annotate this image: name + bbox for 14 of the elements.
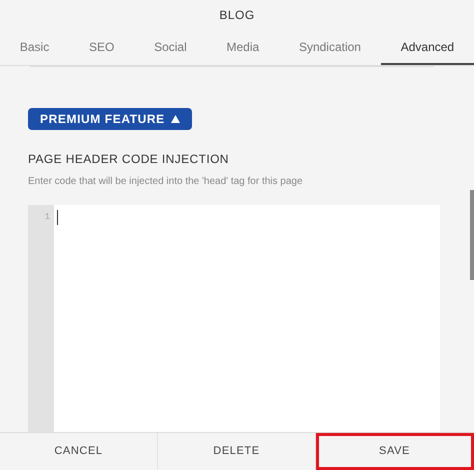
text-cursor (57, 210, 58, 225)
premium-feature-toggle[interactable]: PREMIUM FEATURE (28, 108, 192, 130)
window-title: BLOG (218, 7, 256, 24)
tab[interactable]: Syndication (279, 30, 381, 65)
tab[interactable]: SEO (69, 30, 134, 65)
tab[interactable]: Social (134, 30, 207, 65)
scrollbar-thumb[interactable] (470, 190, 474, 280)
caret-icon (170, 115, 180, 123)
tab[interactable]: Basic (0, 30, 70, 65)
footer-button[interactable]: SAVE (316, 433, 474, 470)
line-number: 1 (44, 211, 50, 224)
section-title: PAGE HEADER CODE INJECTION (28, 151, 229, 168)
section-description: Enter code that will be injected into the 'head' tag for this page (28, 175, 303, 189)
tab[interactable]: Media (206, 30, 280, 65)
